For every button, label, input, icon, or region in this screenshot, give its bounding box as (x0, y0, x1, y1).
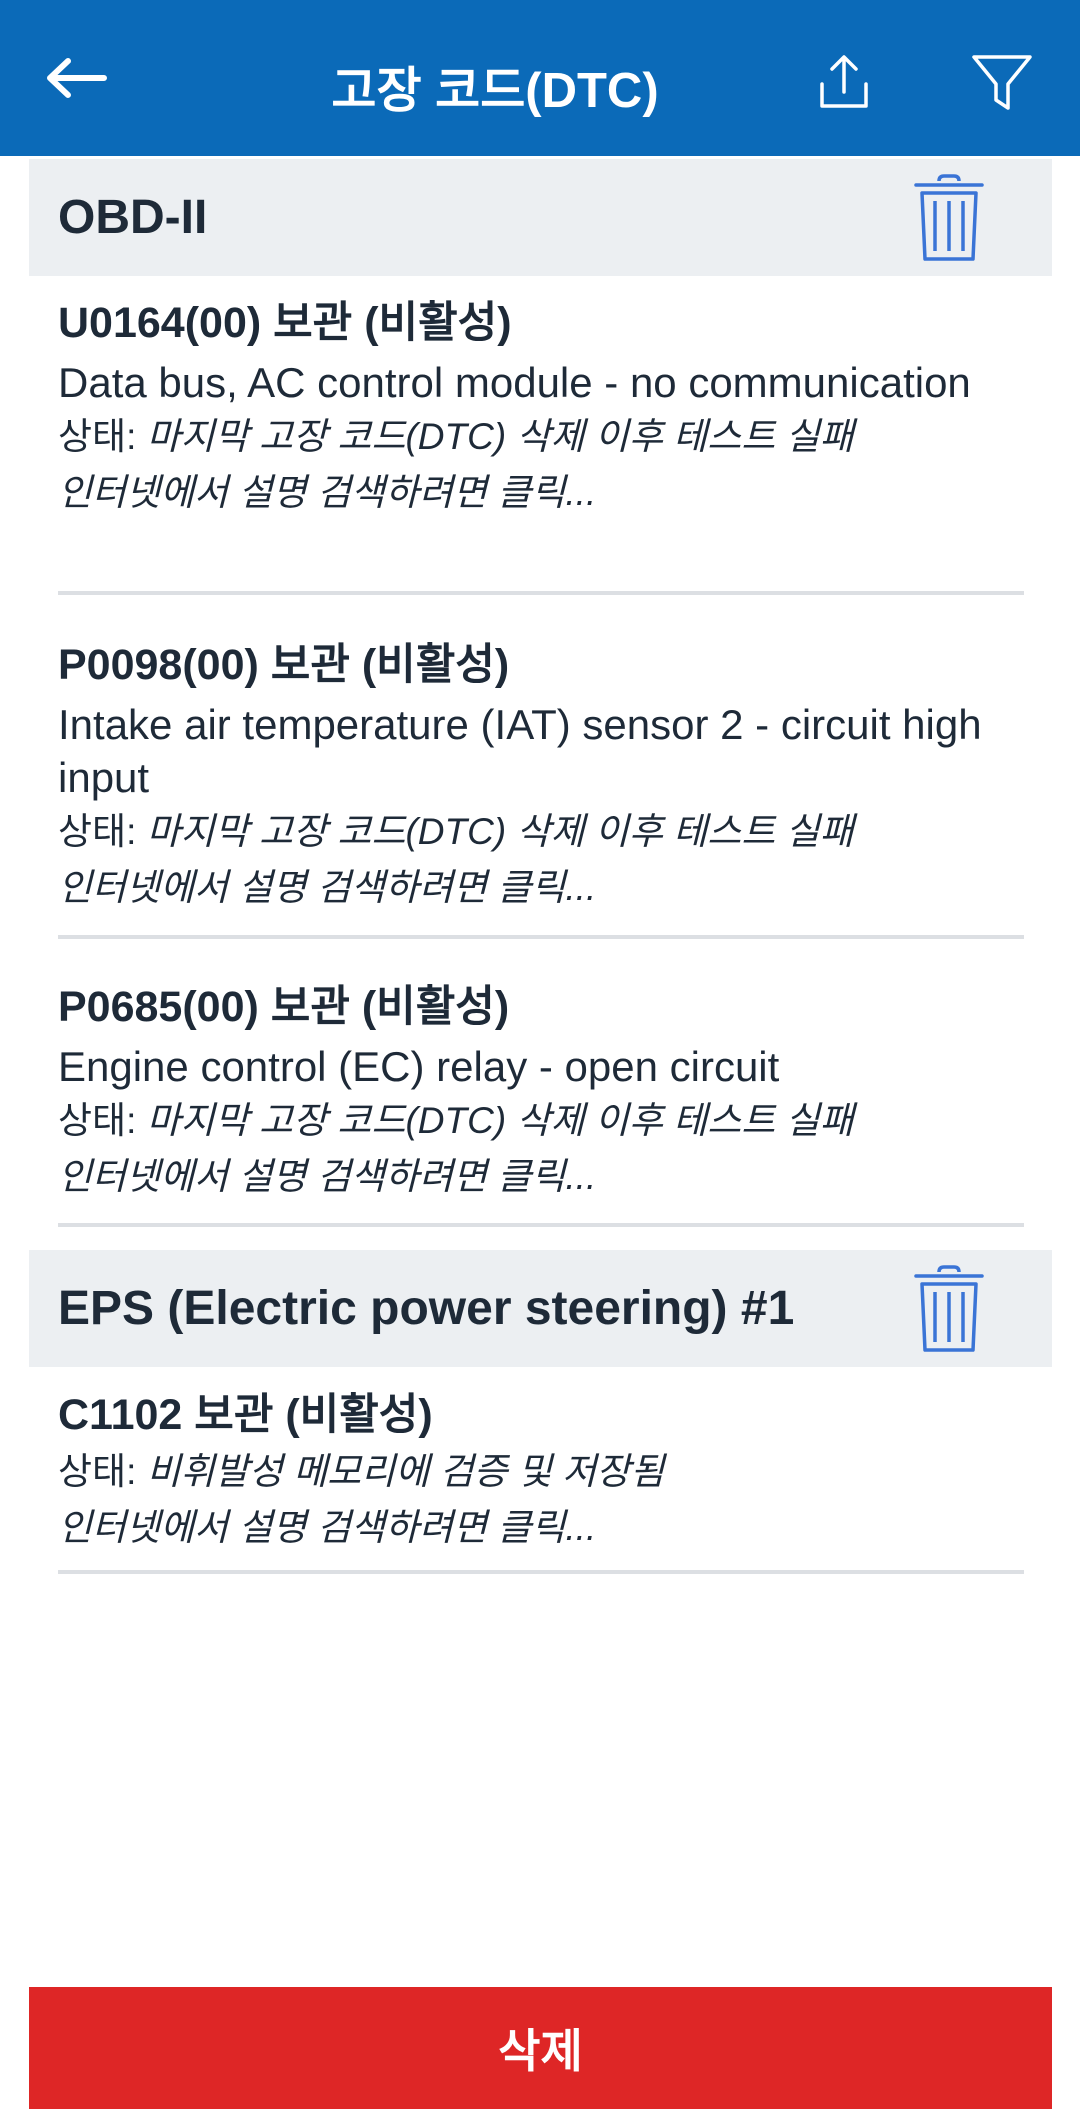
trash-icon (914, 1265, 984, 1352)
search-online-link[interactable]: 인터넷에서 설명 검색하려면 클릭... (58, 1149, 1024, 1205)
dtc-status: 상태: 마지막 고장 코드(DTC) 삭제 이후 테스트 실패 (58, 804, 1024, 860)
section-delete-button[interactable] (899, 1260, 999, 1358)
section-header-eps: EPS (Electric power steering) #1 (29, 1250, 1052, 1367)
dtc-item[interactable]: P0685(00) 보관 (비활성) Engine control (EC) r… (58, 978, 1024, 1227)
share-button[interactable] (800, 38, 888, 126)
dtc-description: Data bus, AC control module - no communi… (58, 359, 971, 406)
dtc-code: P0098(00) 보관 (비활성) (58, 641, 510, 689)
status-value: 비휘발성 메모리에 검증 및 저장됨 (146, 1451, 665, 1492)
filter-button[interactable] (955, 38, 1049, 126)
status-value: 마지막 고장 코드(DTC) 삭제 이후 테스트 실패 (146, 811, 854, 852)
dtc-item[interactable]: P0098(00) 보관 (비활성) Intake air temperatur… (58, 636, 1024, 939)
back-button[interactable] (36, 38, 116, 118)
dtc-code: C1102 보관 (비활성) (58, 1391, 433, 1439)
share-icon (820, 55, 868, 108)
status-value: 마지막 고장 코드(DTC) 삭제 이후 테스트 실패 (146, 1100, 854, 1141)
section-title: EPS (Electric power steering) #1 (58, 1282, 795, 1335)
section-title: OBD-II (58, 191, 208, 244)
dtc-status: 상태: 비휘발성 메모리에 검증 및 저장됨 (58, 1444, 1024, 1500)
status-value: 마지막 고장 코드(DTC) 삭제 이후 테스트 실패 (146, 416, 854, 457)
status-label: 상태: (58, 1100, 147, 1141)
status-label: 상태: (58, 811, 147, 852)
dtc-item[interactable]: U0164(00) 보관 (비활성) Data bus, AC control … (58, 294, 1024, 595)
dtc-item[interactable]: C1102 보관 (비활성) 상태: 비휘발성 메모리에 검증 및 저장됨 인터… (58, 1386, 1024, 1574)
dtc-code: P0685(00) 보관 (비활성) (58, 983, 510, 1031)
status-label: 상태: (58, 1451, 147, 1492)
search-online-link[interactable]: 인터넷에서 설명 검색하려면 클릭... (58, 1500, 1024, 1556)
section-header-obd2: OBD-II (29, 159, 1052, 276)
section-delete-button[interactable] (899, 169, 999, 267)
delete-button[interactable]: 삭제 (29, 1987, 1052, 2109)
app-bar: 고장 코드(DTC) (0, 0, 1080, 156)
page-title: 고장 코드(DTC) (331, 63, 659, 118)
dtc-description: Intake air temperature (IAT) sensor 2 - … (58, 701, 982, 801)
filter-icon (972, 55, 1032, 110)
search-online-link[interactable]: 인터넷에서 설명 검색하려면 클릭... (58, 860, 1024, 916)
dtc-status: 상태: 마지막 고장 코드(DTC) 삭제 이후 테스트 실패 (58, 1093, 1024, 1149)
dtc-status: 상태: 마지막 고장 코드(DTC) 삭제 이후 테스트 실패 (58, 409, 1024, 465)
dtc-description: Engine control (EC) relay - open circuit (58, 1043, 780, 1090)
dtc-code: U0164(00) 보관 (비활성) (58, 299, 512, 347)
trash-icon (914, 174, 984, 261)
status-label: 상태: (58, 416, 147, 457)
arrow-left-icon (47, 58, 107, 98)
search-online-link[interactable]: 인터넷에서 설명 검색하려면 클릭... (58, 465, 1024, 521)
